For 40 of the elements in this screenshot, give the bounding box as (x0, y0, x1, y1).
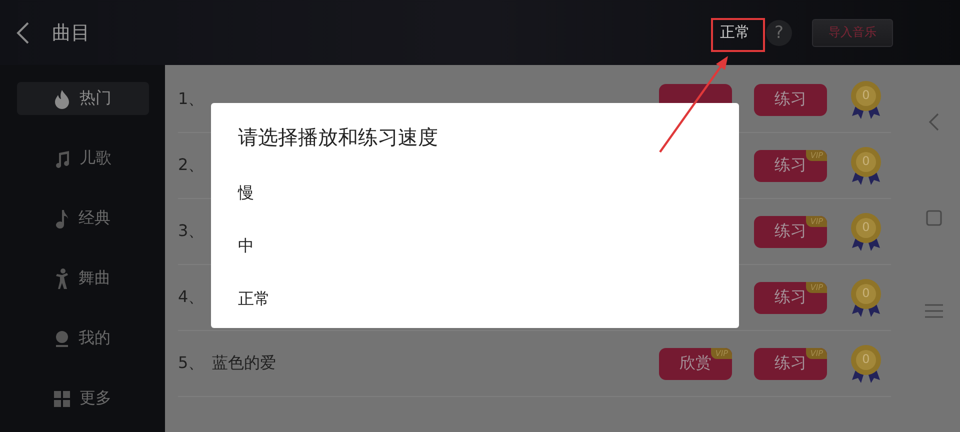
sidebar-item[interactable]: 经典 (16, 202, 148, 235)
medal-icon (849, 80, 883, 120)
medal-icon (849, 146, 883, 186)
help-button[interactable]: ? (766, 20, 792, 46)
dancer-icon (54, 268, 68, 290)
medal-count: 0 (861, 352, 871, 366)
speed-option[interactable]: 正常 (238, 272, 712, 325)
flame-icon (54, 88, 70, 108)
song-number: 5、 (178, 353, 206, 374)
music-note-icon (54, 208, 68, 228)
menu-icon[interactable] (925, 304, 943, 318)
page-title: 曲目 (52, 20, 90, 46)
song-number: 3、 (178, 221, 206, 242)
medal-icon (849, 212, 883, 252)
sidebar-item[interactable]: 热门 (16, 82, 148, 115)
sidebar-item[interactable]: 舞曲 (16, 262, 148, 295)
medal-count: 0 (861, 220, 871, 234)
person-icon (54, 330, 68, 348)
medal-count: 0 (861, 154, 871, 168)
square-icon[interactable] (926, 210, 942, 226)
speed-button[interactable]: 正常 (707, 15, 763, 50)
song-number: 2、 (178, 155, 206, 176)
medal-count: 0 (861, 286, 871, 300)
sidebar-item[interactable]: 我的 (16, 322, 148, 355)
back-icon[interactable] (16, 20, 30, 44)
practice-button[interactable]: 练习 (754, 84, 827, 116)
song-title: 蓝色的爱 (212, 353, 276, 374)
medal-count: 0 (861, 88, 871, 102)
speed-option[interactable]: 中 (238, 219, 712, 272)
music-note-icon (54, 150, 70, 168)
highlight-box (711, 18, 765, 52)
song-number: 4、 (178, 287, 206, 308)
song-number: 1、 (178, 89, 206, 110)
sidebar-item[interactable]: 更多 (16, 382, 148, 415)
dialog-title: 请选择播放和练习速度 (238, 124, 439, 151)
speed-option[interactable]: 慢 (238, 166, 712, 219)
medal-icon (849, 344, 883, 384)
sidebar-item[interactable]: 儿歌 (16, 142, 148, 175)
grid-icon (54, 390, 70, 406)
medal-icon (849, 278, 883, 318)
